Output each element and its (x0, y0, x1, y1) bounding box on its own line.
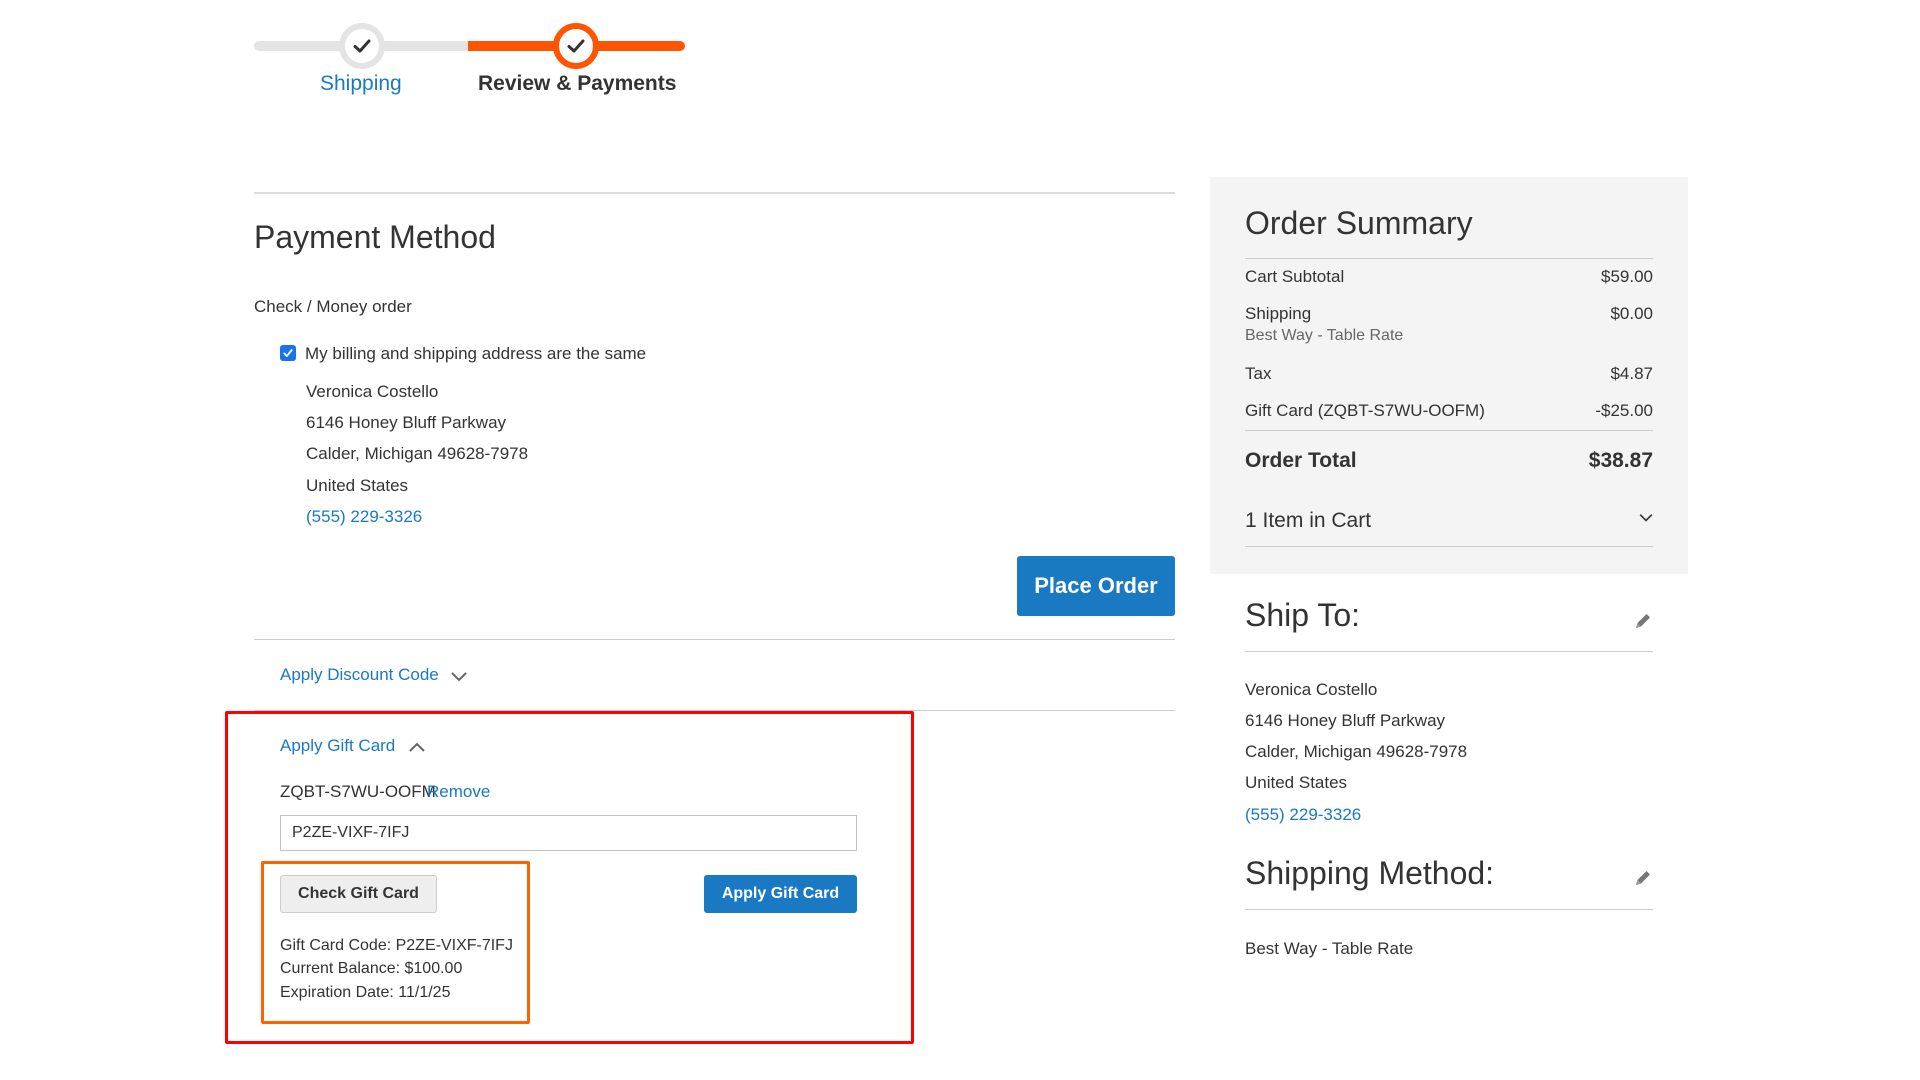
billing-city: Calder, Michigan 49628-7978 (306, 444, 529, 463)
apply-gift-card-link[interactable]: Apply Gift Card (280, 736, 395, 756)
items-in-cart-label[interactable]: 1 Item in Cart (1245, 509, 1371, 533)
ship-to-street: 6146 Honey Bluff Parkway (1245, 711, 1446, 730)
divider (1245, 546, 1653, 547)
place-order-button[interactable]: Place Order (1017, 556, 1175, 616)
shipping-method-value: Best Way - Table Rate (1245, 939, 1414, 958)
order-total-label: Order Total (1245, 449, 1357, 472)
chevron-down-icon[interactable] (450, 671, 468, 683)
edit-pencil-icon[interactable] (1633, 868, 1653, 888)
apply-gift-card-button[interactable]: Apply Gift Card (704, 875, 857, 913)
ship-to-name: Veronica Costello (1245, 680, 1378, 699)
summary-value: $4.87 (1610, 364, 1653, 383)
same-address-label[interactable]: My billing and shipping address are the … (305, 344, 646, 364)
ship-to-city: Calder, Michigan 49628-7978 (1245, 742, 1468, 761)
applied-gift-card-code: ZQBT-S7WU-OOFM (280, 782, 436, 801)
check-gift-card-button[interactable]: Check Gift Card (280, 875, 437, 913)
checkmark-icon (353, 39, 371, 53)
summary-row-gift-card: Gift Card (ZQBT-S7WU-OOFM) -$25.00 (1245, 401, 1653, 421)
step-shipping-indicator (339, 23, 385, 69)
divider (1245, 430, 1653, 431)
summary-row-tax: Tax $4.87 (1245, 364, 1653, 384)
summary-shipping-method: Best Way - Table Rate (1245, 327, 1404, 344)
billing-phone-link[interactable]: (555) 229-3326 (306, 507, 422, 527)
summary-label: Tax (1245, 364, 1272, 383)
summary-label: Gift Card (ZQBT-S7WU-OOFM) (1245, 401, 1485, 420)
billing-name: Veronica Costello (306, 382, 439, 401)
chevron-up-icon[interactable] (408, 741, 426, 753)
apply-discount-link[interactable]: Apply Discount Code (280, 665, 439, 685)
divider (254, 710, 1175, 711)
divider (1245, 909, 1653, 910)
billing-country: United States (306, 476, 409, 495)
divider (1245, 651, 1653, 652)
summary-label: Shipping (1245, 304, 1312, 323)
checkmark-icon (283, 349, 293, 357)
gift-card-info-balance: Current Balance: $100.00 (280, 960, 463, 977)
billing-street: 6146 Honey Bluff Parkway (306, 413, 507, 432)
order-summary-title: Order Summary (1245, 205, 1473, 241)
step-shipping-link[interactable]: Shipping (320, 72, 402, 96)
summary-row-total: Order Total $38.87 (1245, 449, 1653, 473)
shipping-method-title: Shipping Method: (1245, 855, 1495, 891)
same-address-checkbox[interactable] (280, 345, 296, 361)
summary-value: -$25.00 (1595, 401, 1653, 420)
summary-row-subtotal: Cart Subtotal $59.00 (1245, 267, 1653, 287)
order-total-value: $38.87 (1588, 449, 1653, 472)
step-review-indicator (553, 23, 599, 69)
ship-to-title: Ship To: (1245, 597, 1361, 633)
payment-method-title: Payment Method (254, 219, 496, 255)
items-in-cart-toggle[interactable]: 1 Item in Cart (1245, 509, 1653, 533)
checkmark-icon (567, 39, 585, 53)
summary-value: $0.00 (1610, 304, 1653, 323)
summary-row-shipping: Shipping $0.00 (1245, 304, 1653, 324)
ship-to-phone-link[interactable]: (555) 229-3326 (1245, 805, 1361, 825)
edit-pencil-icon[interactable] (1633, 611, 1653, 631)
payment-method-name: Check / Money order (254, 297, 412, 316)
divider (254, 639, 1175, 640)
summary-value: $59.00 (1601, 267, 1653, 286)
step-review-label: Review & Payments (478, 72, 677, 95)
ship-to-country: United States (1245, 773, 1348, 792)
summary-label: Cart Subtotal (1245, 267, 1345, 286)
divider (254, 192, 1175, 194)
gift-card-info-code: Gift Card Code: P2ZE-VIXF-7IFJ (280, 937, 513, 954)
divider (1245, 258, 1653, 259)
chevron-down-icon[interactable] (1638, 513, 1654, 523)
gift-card-info-expiration: Expiration Date: 11/1/25 (280, 984, 451, 1001)
gift-card-code-input[interactable] (280, 815, 857, 851)
remove-gift-card-link[interactable]: Remove (427, 782, 490, 802)
